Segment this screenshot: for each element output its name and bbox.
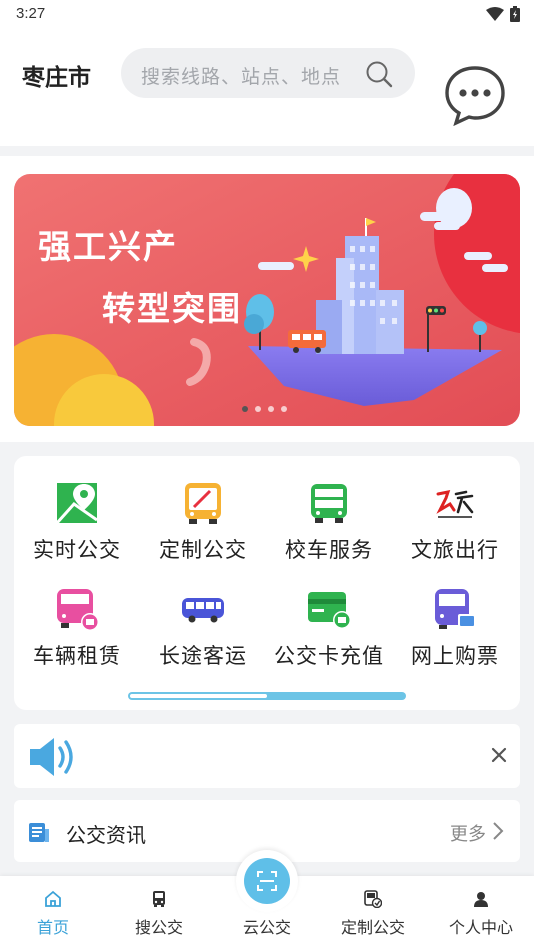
- pagination-dot[interactable]: [281, 406, 287, 412]
- tab-label: 首页: [36, 920, 69, 937]
- service-label: 车辆租赁: [33, 645, 121, 668]
- service-label: 实时公交: [33, 539, 121, 562]
- pagination-dot[interactable]: [242, 406, 248, 412]
- notice-bar[interactable]: [14, 724, 520, 788]
- service-label: 网上购票: [411, 645, 499, 668]
- wifi-icon: [486, 7, 504, 21]
- service-vehicle-rental[interactable]: 车辆租赁: [14, 586, 140, 670]
- scan-button-core: [244, 858, 290, 904]
- tab-label: 搜公交: [134, 920, 183, 937]
- services-scroll-indicator[interactable]: [128, 692, 406, 700]
- card-recharge-icon: [308, 592, 351, 629]
- news-icon: [29, 823, 49, 842]
- service-custom-bus[interactable]: 定制公交: [140, 480, 266, 564]
- tab-cloud-bus[interactable]: 云公交: [214, 850, 320, 950]
- service-online-ticket[interactable]: 网上购票: [392, 586, 518, 670]
- service-label: 公交卡充值: [274, 645, 384, 668]
- home-icon: [45, 890, 61, 907]
- tab-search-bus[interactable]: 搜公交: [106, 876, 212, 950]
- service-label: 长途客运: [159, 645, 247, 668]
- search-icon[interactable]: [365, 60, 393, 88]
- banner-subheadline: 转型突围: [102, 290, 242, 327]
- bus-icon: [153, 891, 165, 907]
- status-icons: [486, 6, 520, 22]
- map-pin-icon: [55, 483, 98, 525]
- service-long-distance[interactable]: 长途客运: [140, 586, 266, 670]
- header: 枣庄市 搜索线路、站点、地点: [0, 28, 534, 146]
- bottom-tab-bar: 首页 搜公交 云公交 定制公交 个人中心: [0, 850, 534, 950]
- service-label: 定制公交: [159, 539, 247, 562]
- message-icon[interactable]: [444, 64, 506, 126]
- pagination-dot[interactable]: [255, 406, 261, 412]
- tab-profile[interactable]: 个人中心: [428, 876, 534, 950]
- service-label: 文旅出行: [411, 539, 499, 562]
- banner-illustration: [14, 174, 520, 426]
- search-bar[interactable]: 搜索线路、站点、地点: [121, 48, 415, 98]
- pagination-dot[interactable]: [268, 406, 274, 412]
- tab-label: 个人中心: [448, 920, 513, 937]
- service-label: 校车服务: [285, 539, 373, 562]
- school-bus-icon: [311, 484, 347, 523]
- banner-section: 强工兴产 转型突围: [0, 156, 534, 442]
- chevron-right-icon[interactable]: [492, 821, 504, 841]
- close-icon[interactable]: [490, 746, 508, 764]
- status-bar: 3:27: [0, 0, 534, 28]
- services-grid: 实时公交 定制公交 校车服务 文旅出行 车辆租赁 长途客运 公交卡充值 网上购票: [14, 456, 520, 710]
- service-school-bus[interactable]: 校车服务: [266, 480, 392, 564]
- person-icon: [474, 892, 488, 907]
- scan-button[interactable]: [236, 850, 298, 912]
- custom-bus-tab-icon: [364, 890, 382, 908]
- promo-banner[interactable]: 强工兴产 转型突围: [14, 174, 520, 426]
- battery-icon: [510, 6, 520, 22]
- tab-custom-bus[interactable]: 定制公交: [320, 876, 426, 950]
- tab-label: 云公交: [242, 920, 291, 937]
- speaker-icon: [30, 738, 73, 776]
- status-time: 3:27: [16, 5, 46, 22]
- service-card-recharge[interactable]: 公交卡充值: [266, 586, 392, 670]
- city-selector[interactable]: 枣庄市: [22, 58, 91, 92]
- scroll-thumb[interactable]: [130, 694, 267, 698]
- service-culture-travel[interactable]: 文旅出行: [392, 480, 518, 564]
- search-placeholder: 搜索线路、站点、地点: [141, 67, 342, 88]
- service-realtime-bus[interactable]: 实时公交: [14, 480, 140, 564]
- ticket-bus-icon: [435, 589, 476, 629]
- rental-bus-icon: [57, 589, 99, 631]
- banner-pagination: [242, 406, 287, 412]
- culture-travel-logo-icon: [436, 490, 474, 518]
- news-more-link[interactable]: 更多: [450, 820, 486, 846]
- tab-label: 定制公交: [340, 920, 405, 937]
- banner-headline: 强工兴产: [38, 228, 178, 265]
- tab-home[interactable]: 首页: [0, 876, 106, 950]
- scan-icon: [257, 871, 277, 891]
- news-title: 公交资讯: [66, 825, 146, 847]
- custom-bus-icon: [185, 483, 221, 524]
- coach-bus-icon: [182, 598, 224, 623]
